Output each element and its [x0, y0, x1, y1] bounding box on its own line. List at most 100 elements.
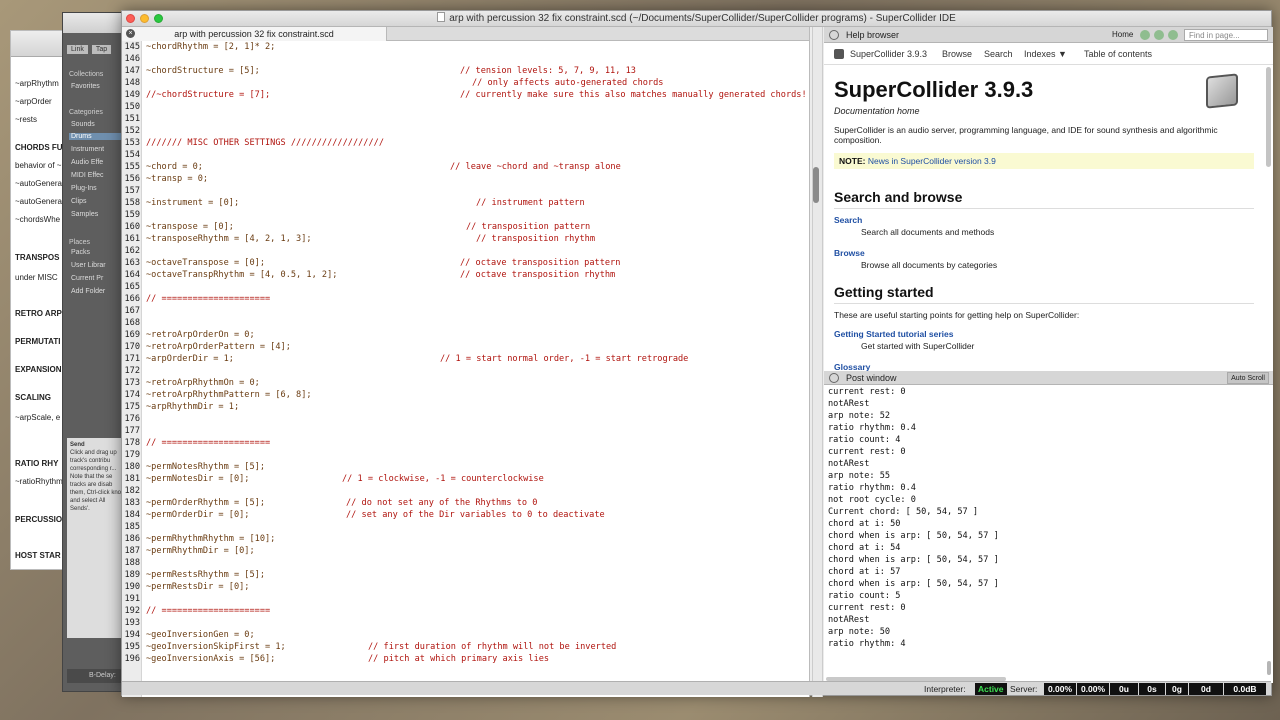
code-line[interactable]: 182 — [122, 485, 810, 497]
gear-icon[interactable] — [829, 30, 839, 40]
browser-item[interactable]: Add Folder — [71, 288, 105, 295]
code-line[interactable]: 192 // ===================== — [122, 605, 810, 617]
code-line[interactable]: 193 — [122, 617, 810, 629]
browser-item[interactable]: Sounds — [71, 121, 95, 128]
code-line[interactable]: 176 — [122, 413, 810, 425]
browser-item[interactable]: Plug-Ins — [71, 185, 97, 192]
code-line[interactable]: 145 ~chordRhythm = [2, 1]* 2; — [122, 41, 810, 53]
code-area[interactable]: 145 ~chordRhythm = [2, 1]* 2; 146 147 ~chord… — [122, 41, 810, 697]
server-synthdefs[interactable]: 0d — [1189, 683, 1223, 695]
code-line[interactable]: 190 ~permRestsDir = [0]; — [122, 581, 810, 593]
forward-arrow-icon[interactable] — [1154, 30, 1164, 40]
background-notes-window[interactable]: ~arpRhythm ~arpOrder ~rests CHORDS FU behavi… — [10, 30, 68, 570]
code-line[interactable]: 155 ~chord = 0; // leave ~chord and ~trans… — [122, 161, 810, 173]
getting-started-tutorial-link[interactable]: Getting Started tutorial series — [834, 329, 954, 339]
code-line[interactable]: 152 — [122, 125, 810, 137]
code-line[interactable]: 160 ~transpose = [0]; // transposition pat… — [122, 221, 810, 233]
browser-item[interactable]: Audio Effe — [71, 159, 103, 166]
code-line[interactable]: 191 — [122, 593, 810, 605]
code-line[interactable]: 171 ~arpOrderDir = 1; // 1 = start normal … — [122, 353, 810, 365]
code-line[interactable]: 157 — [122, 185, 810, 197]
tab-tap[interactable]: Tap — [91, 45, 112, 54]
back-arrow-icon[interactable] — [1140, 30, 1150, 40]
code-line[interactable]: 172 — [122, 365, 810, 377]
code-line[interactable]: 173 ~retroArpRhythmOn = 0; — [122, 377, 810, 389]
browser-item[interactable]: Samples — [71, 211, 98, 218]
browser-item[interactable]: User Librar — [71, 262, 106, 269]
code-line[interactable]: 186 ~permRhythmRhythm = [10]; — [122, 533, 810, 545]
reload-icon[interactable] — [1168, 30, 1178, 40]
code-line[interactable]: 161 ~transposeRhythm = [4, 2, 1, 3]; // tr… — [122, 233, 810, 245]
gear-icon[interactable] — [829, 373, 839, 383]
code-line[interactable]: 167 — [122, 305, 810, 317]
code-line[interactable]: 150 — [122, 101, 810, 113]
nav-indexes[interactable]: Indexes ▼ — [1024, 43, 1067, 65]
server-groups[interactable]: 0g — [1166, 683, 1188, 695]
news-link[interactable]: News in SuperCollider version 3.9 — [868, 156, 996, 166]
code-line[interactable]: 166 // ===================== — [122, 293, 810, 305]
auto-scroll-button[interactable]: Auto Scroll — [1227, 372, 1269, 384]
server-peak-cpu[interactable]: 0.00% — [1077, 683, 1109, 695]
code-line[interactable]: 189 ~permRestsRhythm = [5]; — [122, 569, 810, 581]
browser-item[interactable]: Packs — [71, 249, 90, 256]
browser-item[interactable]: Instrument — [71, 146, 104, 153]
code-line[interactable]: 196 ~geoInversionAxis = [56]; // pitch at … — [122, 653, 810, 665]
nav-version[interactable]: SuperCollider 3.9.3 — [850, 43, 927, 65]
code-line[interactable]: 178 // ===================== — [122, 437, 810, 449]
code-line[interactable]: 149 //~chordStructure = [7]; // currently … — [122, 89, 810, 101]
server-ugens[interactable]: 0u — [1110, 683, 1138, 695]
code-line[interactable]: 194 ~geoInversionGen = 0; — [122, 629, 810, 641]
code-line[interactable]: 187 ~permRhythmDir = [0]; — [122, 545, 810, 557]
server-avg-cpu[interactable]: 0.00% — [1044, 683, 1076, 695]
code-line[interactable]: 181 ~permNotesDir = [0]; // 1 = clockwise,… — [122, 473, 810, 485]
home-button[interactable]: Home — [1112, 27, 1133, 43]
code-line[interactable]: 185 — [122, 521, 810, 533]
code-line[interactable]: 154 — [122, 149, 810, 161]
code-line[interactable]: 183 ~permOrderRhythm = [5]; // do not set … — [122, 497, 810, 509]
code-line[interactable]: 148 // only affects auto-generated chords — [122, 77, 810, 89]
code-line[interactable]: 184 ~permOrderDir = [0]; // set any of the… — [122, 509, 810, 521]
glossary-link[interactable]: Glossary — [834, 362, 870, 371]
code-line[interactable]: 159 — [122, 209, 810, 221]
browser-item[interactable]: Current Pr — [71, 275, 103, 282]
browser-item[interactable]: Clips — [71, 198, 87, 205]
code-line[interactable]: 158 ~instrument = [0]; // instrument patte… — [122, 197, 810, 209]
code-line[interactable]: 168 — [122, 317, 810, 329]
nav-table-of-contents[interactable]: Table of contents — [1084, 43, 1152, 65]
code-editor[interactable]: × arp with percussion 32 fix constraint.… — [122, 27, 810, 697]
find-in-page-input[interactable]: Find in page... — [1184, 29, 1268, 41]
interpreter-status[interactable]: Active — [975, 683, 1007, 695]
code-line[interactable]: 164 ~octaveTranspRhythm = [4, 0.5, 1, 2];… — [122, 269, 810, 281]
code-line[interactable]: 188 — [122, 557, 810, 569]
code-line[interactable]: 195 ~geoInversionSkipFirst = 1; // first d… — [122, 641, 810, 653]
code-line[interactable]: 147 ~chordStructure = [5]; // tension leve… — [122, 65, 810, 77]
help-scrollbar[interactable] — [1266, 67, 1271, 167]
pane-splitter[interactable] — [812, 27, 823, 697]
editor-scrollbar[interactable] — [813, 167, 819, 203]
minimize-window-button[interactable] — [140, 14, 149, 23]
code-line[interactable]: 179 — [122, 449, 810, 461]
code-line[interactable]: 151 — [122, 113, 810, 125]
server-volume[interactable]: 0.0dB — [1224, 683, 1266, 695]
code-line[interactable]: 169 ~retroArpOrderOn = 0; — [122, 329, 810, 341]
search-link[interactable]: Search — [834, 215, 862, 225]
close-window-button[interactable] — [126, 14, 135, 23]
nav-search[interactable]: Search — [984, 43, 1013, 65]
code-line[interactable]: 170 ~retroArpOrderPattern = [4]; — [122, 341, 810, 353]
server-synths[interactable]: 0s — [1139, 683, 1165, 695]
code-line[interactable]: 177 — [122, 425, 810, 437]
browser-item[interactable]: MIDI Effec — [71, 172, 104, 179]
editor-tab[interactable]: × arp with percussion 32 fix constraint.… — [122, 27, 387, 41]
post-output[interactable]: current rest: 0 notARest arp note: 52 ratio… — [828, 386, 1265, 673]
code-line[interactable]: 156 ~transp = 0; — [122, 173, 810, 185]
post-vertical-scrollbar[interactable] — [1267, 661, 1271, 675]
browse-link[interactable]: Browse — [834, 248, 865, 258]
code-line[interactable]: 153 /////// MISC OTHER SETTINGS /////////… — [122, 137, 810, 149]
code-line[interactable]: 180 ~permNotesRhythm = [5]; — [122, 461, 810, 473]
code-line[interactable]: 163 ~octaveTranspose = [0]; // octave tran… — [122, 257, 810, 269]
code-line[interactable]: 175 ~arpRhythmDir = 1; — [122, 401, 810, 413]
browser-item[interactable]: Favorites — [71, 83, 100, 90]
tab-link[interactable]: Link — [67, 45, 88, 54]
code-line[interactable]: 162 — [122, 245, 810, 257]
zoom-window-button[interactable] — [154, 14, 163, 23]
